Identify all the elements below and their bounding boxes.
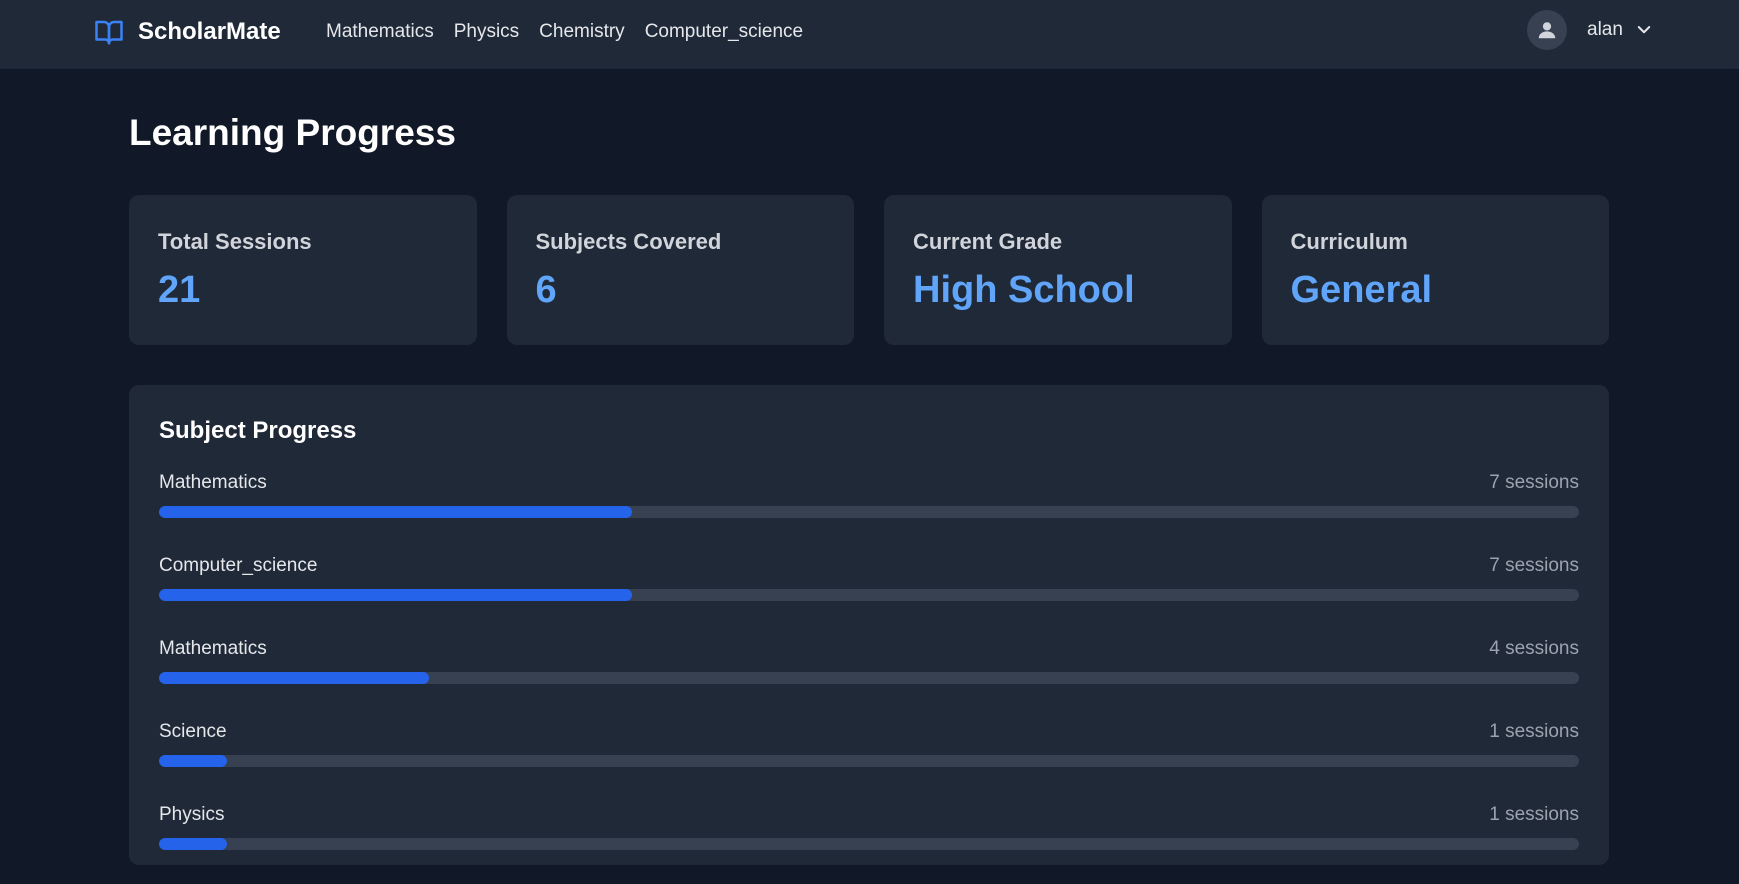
subject-name: Science <box>159 721 227 742</box>
progress-list: Mathematics 7 sessions Computer_science … <box>159 469 1579 884</box>
progress-bar-fill <box>159 672 429 684</box>
progress-item: Science 1 sessions <box>159 718 1579 801</box>
page-title: Learning Progress <box>129 112 456 153</box>
chevron-down-icon <box>1637 26 1651 34</box>
nav-link-physics[interactable]: Physics <box>454 21 519 43</box>
nav-link-computer-science[interactable]: Computer_science <box>645 21 803 43</box>
progress-item: Computer_science 7 sessions <box>159 552 1579 635</box>
user-icon <box>1538 22 1556 39</box>
stat-card-subjects-covered: Subjects Covered 6 <box>506 195 854 345</box>
session-count: 4 sessions <box>1489 638 1579 659</box>
progress-item: Physics 1 sessions <box>159 801 1579 884</box>
stat-label: Current Grade <box>913 229 1063 254</box>
progress-bar-track <box>159 755 1579 767</box>
progress-bar-fill <box>159 506 632 518</box>
stat-card-current-grade: Current Grade High School <box>884 195 1232 345</box>
progress-bar-track <box>159 838 1579 850</box>
stat-card-total-sessions: Total Sessions 21 <box>129 195 477 345</box>
stat-value: High School <box>913 269 1135 311</box>
progress-bar-track <box>159 589 1579 601</box>
section-title: Subject Progress <box>159 417 357 444</box>
stat-label: Total Sessions <box>158 229 312 254</box>
nav-link-chemistry[interactable]: Chemistry <box>539 21 625 43</box>
session-count: 1 sessions <box>1489 804 1579 825</box>
subject-name: Mathematics <box>159 638 267 659</box>
progress-bar-fill <box>159 589 632 601</box>
stat-card-curriculum: Curriculum General <box>1261 195 1609 345</box>
brand-logo-link[interactable]: ScholarMate <box>92 14 281 50</box>
session-count: 7 sessions <box>1489 555 1579 576</box>
session-count: 1 sessions <box>1489 721 1579 742</box>
progress-bar-fill <box>159 838 228 850</box>
stat-value: 6 <box>535 269 557 311</box>
stat-label: Subjects Covered <box>535 229 722 254</box>
stat-value: 21 <box>158 269 201 311</box>
progress-bar-fill <box>159 755 228 767</box>
subject-progress-panel: Subject Progress Mathematics 7 sessions … <box>129 385 1609 865</box>
stat-label: Curriculum <box>1290 229 1408 254</box>
avatar <box>1527 10 1567 50</box>
stat-value: General <box>1290 269 1433 311</box>
progress-bar-track <box>159 672 1579 684</box>
progress-item: Mathematics 4 sessions <box>159 635 1579 718</box>
subject-nav: Mathematics Physics Chemistry Computer_s… <box>326 18 803 46</box>
brand-name: ScholarMate <box>138 18 281 45</box>
subject-name: Computer_science <box>159 555 318 576</box>
stats-row: Total Sessions 21 Subjects Covered 6 Cur… <box>129 195 1609 345</box>
nav-link-mathematics[interactable]: Mathematics <box>326 21 434 43</box>
progress-bar-track <box>159 506 1579 518</box>
top-navbar: ScholarMate Mathematics Physics Chemistr… <box>0 0 1739 70</box>
session-count: 7 sessions <box>1489 472 1579 493</box>
progress-item: Mathematics 7 sessions <box>159 469 1579 552</box>
user-name: alan <box>1587 19 1623 40</box>
book-open-icon <box>95 20 123 45</box>
subject-name: Physics <box>159 804 225 825</box>
user-menu-button[interactable]: alan <box>1527 10 1653 50</box>
subject-name: Mathematics <box>159 472 267 493</box>
